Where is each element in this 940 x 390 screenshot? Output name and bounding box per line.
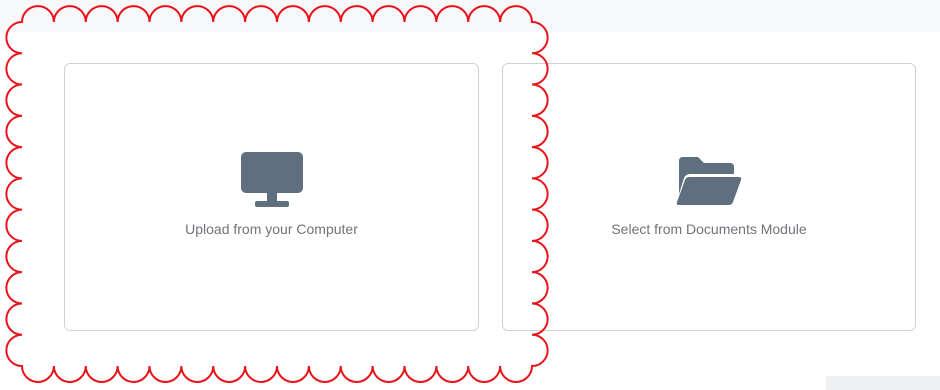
folder-open-icon [676, 157, 742, 205]
header-band [0, 0, 940, 32]
upload-from-computer-card[interactable]: Upload from your Computer [64, 63, 479, 331]
upload-source-dialog: Upload from your Computer Select from Do… [0, 0, 940, 390]
select-from-documents-label: Select from Documents Module [611, 221, 807, 237]
upload-from-computer-label: Upload from your Computer [185, 221, 358, 237]
select-from-documents-card[interactable]: Select from Documents Module [502, 63, 916, 331]
footer-strip [826, 376, 940, 390]
monitor-icon [240, 152, 303, 207]
